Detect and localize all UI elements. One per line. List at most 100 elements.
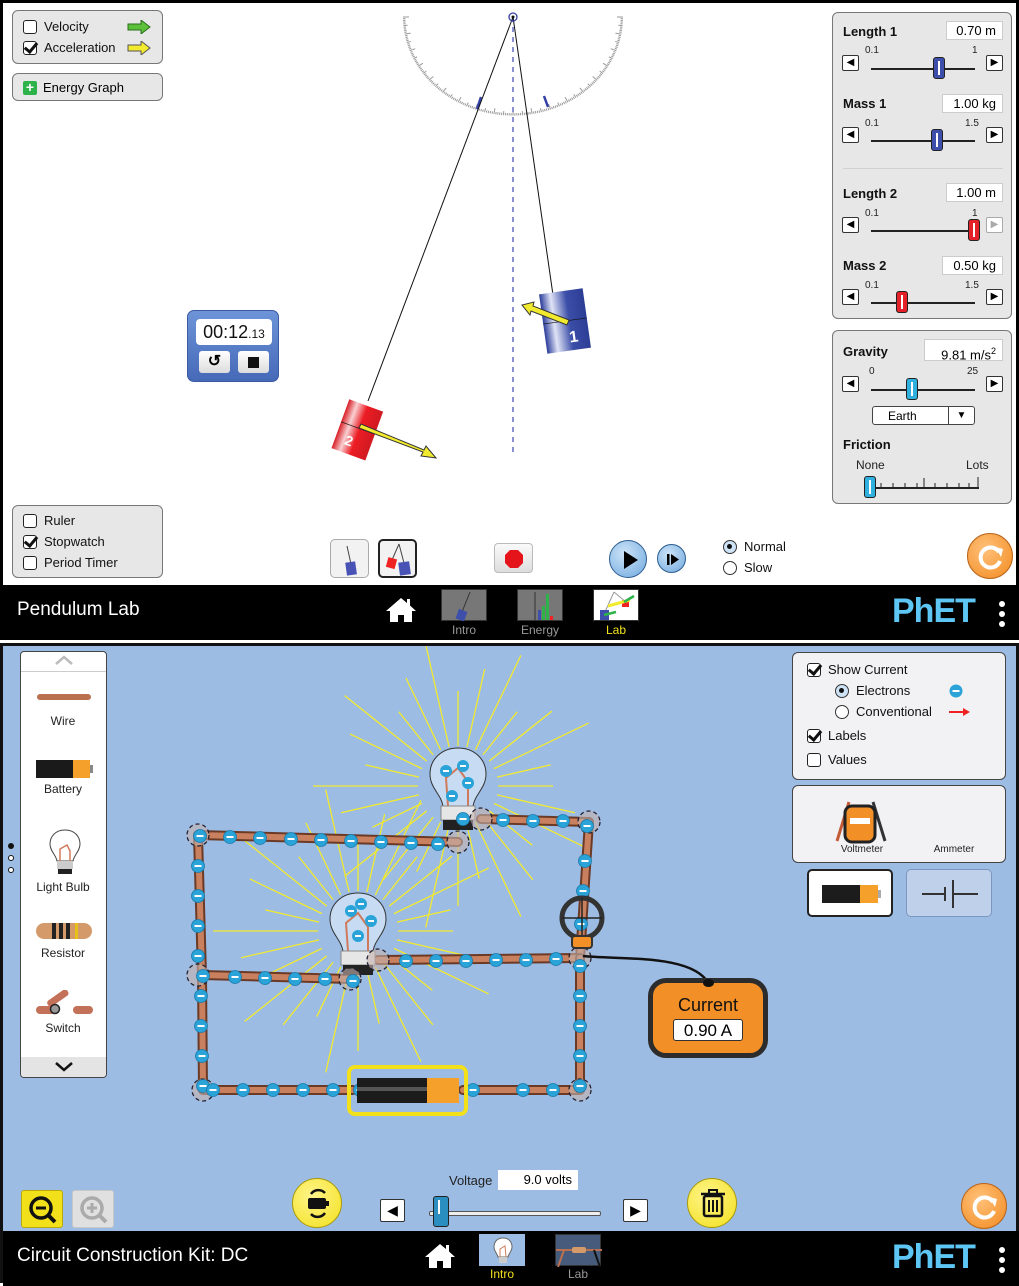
gravity-slider-thumb[interactable] — [906, 378, 918, 400]
nav-screen-intro-label[interactable]: Intro — [434, 623, 494, 637]
ammeter-readout[interactable]: Current 0.90 A — [648, 978, 768, 1058]
show-current-checkbox-box[interactable] — [807, 663, 821, 677]
play-button[interactable] — [609, 540, 647, 578]
length2-increase-button[interactable]: ▶ — [986, 217, 1003, 233]
speed-slow-radio[interactable]: Slow — [723, 557, 786, 578]
conventional-radio-button[interactable] — [835, 705, 849, 719]
cck-home-icon[interactable] — [425, 1243, 455, 1269]
ruler-checkbox[interactable]: Ruler — [23, 510, 162, 531]
light-ray — [350, 734, 422, 769]
voltmeter-icon — [823, 796, 897, 846]
cck-nav-screen-lab[interactable] — [555, 1234, 601, 1266]
period-timer-checkbox[interactable]: Period Timer — [23, 552, 162, 573]
electrons-radio[interactable]: Electrons — [835, 680, 1005, 701]
mass2-decrease-button[interactable]: ◀ — [842, 289, 859, 305]
nav-screen-lab[interactable] — [593, 589, 639, 621]
length2-slider-thumb[interactable] — [968, 219, 980, 241]
battery-swap-icon — [293, 1179, 343, 1229]
schematic-view-button[interactable] — [906, 869, 992, 917]
zoom-out-button[interactable] — [21, 1190, 63, 1228]
cck-phet-logo[interactable]: PhET — [892, 1238, 975, 1277]
nav-screen-energy-label[interactable]: Energy — [510, 623, 570, 637]
nav-screen-intro[interactable] — [441, 589, 487, 621]
light-ray — [467, 825, 479, 879]
length1-increase-button[interactable]: ▶ — [986, 55, 1003, 71]
wire-vertex — [470, 808, 492, 830]
period-timer-label: Period Timer — [44, 555, 118, 570]
cck-nav-screen-lab-label[interactable]: Lab — [548, 1267, 608, 1281]
stopwatch[interactable]: 00:12.13 ↺ — [187, 310, 279, 382]
planet-dropdown[interactable]: Earth ▼ — [872, 406, 975, 425]
values-checkbox[interactable]: Values — [807, 749, 1005, 770]
phet-logo[interactable]: PhET — [892, 592, 975, 631]
ruler-label: Ruler — [44, 513, 75, 528]
reverse-battery-button[interactable] — [292, 1178, 342, 1228]
cck-nav-screen-intro-label[interactable]: Intro — [472, 1267, 532, 1281]
cck-reset-all-button[interactable] — [961, 1183, 1007, 1229]
stopwatch-checkbox[interactable]: Stopwatch — [23, 531, 162, 552]
mass1-decrease-button[interactable]: ◀ — [842, 127, 859, 143]
friction-ticks — [869, 476, 981, 488]
friction-label: Friction — [843, 437, 891, 452]
voltage-increase-button[interactable]: ▶ — [623, 1199, 648, 1222]
electrons-radio-button[interactable] — [835, 684, 849, 698]
friction-min-label: None — [856, 458, 885, 472]
normal-radio-button[interactable] — [723, 540, 737, 554]
one-pendulum-button[interactable] — [330, 539, 369, 578]
lifelike-view-button[interactable] — [807, 869, 893, 917]
reset-all-button[interactable] — [967, 533, 1013, 579]
voltage-slider-thumb[interactable] — [433, 1196, 449, 1227]
view-options-panel: Show Current Electrons Conventional Labe… — [792, 652, 1006, 780]
length1-slider-thumb[interactable] — [933, 57, 945, 79]
gravity-increase-button[interactable]: ▶ — [986, 376, 1003, 392]
phet-logo-text: PhET — [892, 592, 975, 630]
mass2-increase-button[interactable]: ▶ — [986, 289, 1003, 305]
mass2-slider-thumb[interactable] — [896, 291, 908, 313]
show-current-label: Show Current — [828, 662, 907, 677]
gravity-slider-track[interactable] — [871, 389, 975, 391]
voltage-slider-track[interactable] — [429, 1211, 601, 1216]
labels-checkbox-box[interactable] — [807, 729, 821, 743]
voltage-decrease-button[interactable]: ◀ — [380, 1199, 405, 1222]
light-ray — [426, 646, 449, 747]
angle-marker-2 — [544, 96, 548, 107]
step-button[interactable] — [657, 544, 686, 573]
show-current-checkbox[interactable]: Show Current — [807, 659, 1005, 680]
length2-decrease-button[interactable]: ◀ — [842, 217, 859, 233]
length1-decrease-button[interactable]: ◀ — [842, 55, 859, 71]
cck-nav-screen-intro[interactable] — [479, 1234, 525, 1266]
stopwatch-stop-button[interactable] — [238, 351, 269, 373]
values-checkbox-box[interactable] — [807, 753, 821, 767]
mass1-increase-button[interactable]: ▶ — [986, 127, 1003, 143]
cck-reset-icon — [962, 1184, 1008, 1230]
mass1-slider-track[interactable] — [871, 140, 975, 142]
nav-screen-energy[interactable] — [517, 589, 563, 621]
ruler-checkbox-box[interactable] — [23, 514, 37, 528]
lifelike-battery-icon — [822, 883, 882, 905]
speed-normal-radio[interactable]: Normal — [723, 536, 786, 557]
mass1-slider-thumb[interactable] — [931, 129, 943, 151]
options-menu-icon[interactable] — [999, 601, 1005, 631]
period-timer-checkbox-box[interactable] — [23, 556, 37, 570]
length1-slider-track[interactable] — [871, 68, 975, 70]
wire-vertex — [367, 949, 389, 971]
return-pendulums-button[interactable] — [494, 543, 533, 573]
battery-component[interactable] — [347, 1065, 468, 1116]
friction-slider-thumb[interactable] — [864, 476, 876, 498]
labels-checkbox[interactable]: Labels — [807, 725, 1005, 746]
conventional-radio[interactable]: Conventional — [835, 701, 1005, 722]
length2-slider-track[interactable] — [871, 230, 975, 232]
friction-max-label: Lots — [966, 458, 989, 472]
stopwatch-checkbox-box[interactable] — [23, 535, 37, 549]
delete-button[interactable] — [687, 1178, 737, 1228]
home-icon[interactable] — [386, 597, 416, 623]
gravity-decrease-button[interactable]: ◀ — [842, 376, 859, 392]
nav-screen-lab-label[interactable]: Lab — [586, 623, 646, 637]
mass2-slider-track[interactable] — [871, 302, 975, 304]
zoom-in-button[interactable] — [72, 1190, 114, 1228]
gravity-max: 25 — [967, 366, 978, 377]
cck-options-menu-icon[interactable] — [999, 1247, 1005, 1277]
stopwatch-reset-button[interactable]: ↺ — [199, 351, 230, 373]
slow-radio-button[interactable] — [723, 561, 737, 575]
two-pendulums-button[interactable] — [378, 539, 417, 578]
